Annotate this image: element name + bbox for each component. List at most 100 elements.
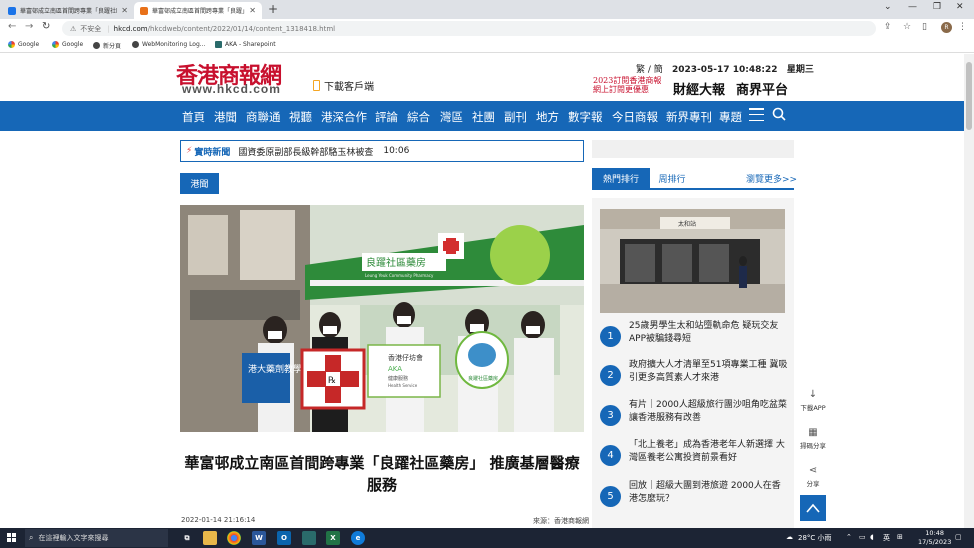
nav-item[interactable]: 綜合 (407, 109, 430, 125)
address-bar[interactable]: ⚠ 不安全 | hkcd.com/hkcdweb/content/2022/01… (62, 21, 876, 36)
app-icon[interactable] (302, 531, 316, 545)
forward-icon[interactable]: → (25, 21, 33, 32)
qr-code-icon: ▦ (808, 427, 818, 438)
ranking-thumbnail[interactable]: 太和站 (600, 209, 785, 313)
bookmark-item[interactable]: Google (52, 41, 83, 48)
site-favicon-icon (8, 6, 16, 15)
bookmark-item[interactable]: Google (8, 41, 39, 48)
wechat-share-button[interactable]: ▦ 掃碼分享 (800, 427, 826, 450)
nav-item[interactable]: 評論 (375, 109, 398, 125)
lightning-icon: ⚡ (186, 146, 193, 156)
board-text: 健康服務 (388, 375, 408, 382)
nav-item[interactable]: 地方 (536, 109, 559, 125)
share-button[interactable]: ⋖ 分享 (800, 465, 826, 488)
keyboard-icon[interactable]: ⊞ (897, 533, 903, 541)
article-date: 2022-01-14 21:16:14 (181, 516, 256, 524)
tab-hot-ranking[interactable]: 熱門排行 (592, 168, 650, 188)
rank-number: 4 (600, 445, 621, 466)
bookmark-item[interactable]: AKA - Sharepoint (215, 41, 276, 48)
language-switch[interactable]: 繁 / 簡 (636, 62, 663, 75)
nav-item[interactable]: 今日商報 (612, 109, 658, 125)
nav-item[interactable]: 港深合作 (321, 109, 367, 125)
taskbar-search-input[interactable]: ⌕ 在這裡輸入文字來搜尋 (25, 529, 168, 547)
restore-button[interactable]: ❐ (933, 2, 941, 12)
tab-weekly-ranking[interactable]: 周排行 (650, 168, 694, 188)
tray-chevron-icon[interactable]: ⌃ (846, 533, 852, 541)
word-icon[interactable]: W (252, 531, 266, 545)
outlook-icon[interactable]: O (277, 531, 291, 545)
search-icon[interactable] (772, 107, 786, 121)
task-view-icon[interactable]: ⧉ (180, 531, 194, 545)
breaking-news-ticker[interactable]: ⚡ 實時新聞 國資委原副部長級幹部駱玉林被查 10:06 (180, 140, 584, 162)
bookmark-star-icon[interactable]: ☆ (903, 22, 911, 32)
file-explorer-icon[interactable] (203, 531, 217, 545)
windows-start-icon[interactable] (7, 533, 16, 542)
nav-item[interactable]: 首頁 (182, 109, 205, 125)
ranking-item[interactable]: 3 有片｜2000人超級旅行團沙咀角吃盆菜 讓香港服務有改善 (600, 399, 790, 429)
ticker-headline[interactable]: 國資委原副部長級幹部駱玉林被查 (238, 145, 373, 158)
ime-indicator[interactable]: 英 (883, 533, 890, 543)
sharepoint-icon (215, 41, 222, 48)
menu-icon[interactable]: ⋮ (958, 22, 967, 32)
edge-icon[interactable]: e (351, 531, 365, 545)
ranking-title[interactable]: 「北上養老」成為香港老年人新選擇 大灣區養老公寓投資前景看好 (629, 439, 789, 465)
ranking-title[interactable]: 25歲男學生太和站墮軌命危 疑玩交友APP被騙錢尋短 (629, 320, 789, 346)
taskbar-clock[interactable]: 10:48 17/5/2023 (918, 529, 951, 547)
weather-icon[interactable]: ☁ (786, 533, 793, 541)
back-icon[interactable]: ← (8, 21, 16, 32)
nav-item[interactable]: 副刊 (504, 109, 527, 125)
download-app-float-button[interactable]: ↓ 下載APP (800, 389, 826, 412)
bookmarks-bar: Google Google 新分頁 WebMonitoring Log... A… (0, 38, 974, 53)
weather-status[interactable]: 28°C 小雨 (798, 533, 832, 543)
nav-item[interactable]: 商聯通 (246, 109, 281, 125)
excel-icon[interactable]: X (326, 531, 340, 545)
nav-item[interactable]: 港聞 (214, 109, 237, 125)
nav-item[interactable]: 數字報 (568, 109, 603, 125)
notification-icon[interactable]: ▢ (955, 533, 962, 541)
network-icon[interactable]: ▭ (859, 533, 866, 541)
new-tab-button[interactable]: + (268, 2, 278, 16)
share-icon[interactable]: ⇪ (884, 22, 892, 32)
url-path: /hkcdweb/content/2022/01/14/content_1318… (147, 24, 336, 33)
rank-number: 3 (600, 405, 621, 426)
nav-item[interactable]: 灣區 (440, 109, 463, 125)
hamburger-menu-icon[interactable] (749, 108, 764, 121)
rank-number: 5 (600, 486, 621, 507)
bookmark-item[interactable]: WebMonitoring Log... (132, 41, 206, 48)
ranking-title[interactable]: 回放｜超級大團到港旅遊 2000人在香港怎麼玩？ (629, 480, 789, 506)
browser-tab[interactable]: 華富邨成立南區首間跨專業「良躍社區藥房」推廣基層醫療 - 香港商報 ✕ (2, 2, 134, 19)
ranking-item[interactable]: 1 25歲男學生太和站墮軌命危 疑玩交友APP被騙錢尋短 (600, 320, 790, 350)
browse-more-link[interactable]: 瀏覽更多>> (746, 172, 797, 185)
browser-tab-active[interactable]: 華富邨成立南區首間跨專業「良躍」 ✕ (134, 2, 262, 19)
category-tag[interactable]: 港聞 (180, 173, 219, 194)
chrome-icon[interactable] (227, 531, 241, 545)
ranking-item[interactable]: 5 回放｜超級大團到港旅遊 2000人在香港怎麼玩？ (600, 480, 790, 510)
google-icon (8, 41, 15, 48)
scrollbar-thumb[interactable] (966, 62, 972, 130)
back-to-top-button[interactable] (800, 495, 826, 521)
download-app-link[interactable]: 下載客戶端 (313, 78, 374, 93)
tab-search-icon[interactable]: ⌄ (884, 2, 892, 12)
volume-icon[interactable]: ◖ (870, 533, 874, 541)
nav-item[interactable]: 專題 (719, 109, 742, 125)
nav-item[interactable]: 新界專刊 (666, 109, 712, 125)
close-icon[interactable]: ✕ (121, 6, 128, 15)
shop-sign-english: Leung Yeuk Community Pharmacy (365, 273, 434, 278)
bookmark-item[interactable]: 新分頁 (93, 41, 121, 50)
site-logo-url[interactable]: www.hkcd.com (182, 82, 281, 96)
close-icon[interactable]: ✕ (249, 6, 256, 15)
insecure-warning-icon[interactable]: ⚠ (70, 25, 76, 33)
side-panel-icon[interactable]: ▯ (922, 22, 927, 32)
profile-avatar[interactable]: R (941, 22, 952, 33)
download-arrow-icon: ↓ (808, 389, 818, 400)
minimize-button[interactable]: — (908, 2, 917, 12)
nav-item[interactable]: 社團 (472, 109, 495, 125)
ranking-title[interactable]: 政府擴大人才清單至51項專業工種 冀吸引更多高質素人才來港 (629, 359, 789, 385)
reload-icon[interactable]: ↻ (42, 21, 50, 32)
subscription-promo[interactable]: 2023訂閱香港商報 網上訂閱更優惠 (593, 76, 661, 94)
ranking-title[interactable]: 有片｜2000人超級旅行團沙咀角吃盆菜 讓香港服務有改善 (629, 399, 789, 425)
ranking-item[interactable]: 4 「北上養老」成為香港老年人新選擇 大灣區養老公寓投資前景看好 (600, 439, 790, 469)
ranking-item[interactable]: 2 政府擴大人才清單至51項專業工種 冀吸引更多高質素人才來港 (600, 359, 790, 389)
window-close-button[interactable]: ✕ (956, 2, 964, 12)
nav-item[interactable]: 視聽 (289, 109, 312, 125)
